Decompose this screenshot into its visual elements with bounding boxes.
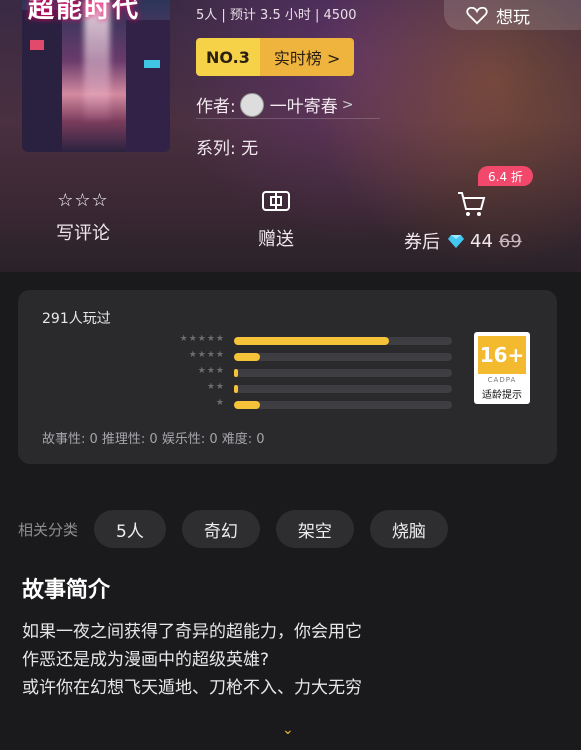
intro-title: 故事简介 [22, 578, 111, 603]
divider [196, 118, 380, 119]
wish-label: 想玩 [496, 7, 530, 28]
author-row[interactable]: 作者: 一叶寄春 > [196, 92, 353, 117]
cover-title: 超能时代 [28, 0, 141, 24]
game-cover-image[interactable]: 超能时代 [22, 0, 170, 152]
age-rating-number: 16+ [478, 336, 526, 374]
rating-bar-track [234, 385, 452, 393]
rating-stars-label: ★ [215, 398, 225, 408]
chevron-right-icon: > [341, 96, 354, 113]
rating-card: 291人玩过 ★★★★★ ★★★★ ★★★ ★★ ★ 16+ CADPA 适龄提示 故事… [18, 290, 557, 464]
rating-stars-label: ★★★★ [188, 350, 225, 360]
gift-icon [262, 191, 290, 211]
rank-badge[interactable]: NO.3 实时榜 > [196, 38, 355, 76]
age-rating-badge[interactable]: 16+ CADPA 适龄提示 [474, 332, 530, 404]
rating-bar-fill [234, 337, 389, 345]
game-meta: 5人 | 预计 3.5 小时 | 4500 [196, 8, 357, 23]
intro-line: 作恶还是成为漫画中的超级英雄? [22, 650, 270, 670]
expand-chevron-icon[interactable]: ⌄ [282, 722, 294, 738]
age-rating-tip: 适龄提示 [482, 390, 522, 401]
price-prefix: 券后 [404, 232, 440, 253]
heart-icon [466, 6, 488, 25]
cover-building-right [126, 20, 170, 152]
cover-neon-sign-2 [144, 60, 160, 68]
category-row: 相关分类 5人 奇幻 架空 烧脑 [18, 510, 464, 548]
rank-board-link[interactable]: 实时榜 > [259, 38, 355, 76]
rating-stars-label: ★★★ [197, 366, 225, 376]
played-count: 291人玩过 [42, 311, 111, 327]
rating-stars-label: ★★★★★ [179, 334, 225, 344]
review-label: 写评论 [56, 223, 110, 244]
age-rating-org: CADPA [487, 376, 517, 384]
author-avatar [239, 92, 264, 117]
intro-line: 如果一夜之间获得了奇异的超能力，你会用它 [22, 622, 362, 642]
gift-label: 赠送 [258, 229, 294, 250]
cover-neon-sign [30, 40, 44, 50]
buy-price[interactable]: 券后 44 69 [404, 228, 522, 254]
rating-bar-fill [234, 401, 261, 409]
rating-bar-track [234, 401, 452, 409]
category-label: 相关分类 [18, 520, 79, 539]
rating-bar-track [234, 337, 452, 345]
rank-number: NO.3 [196, 38, 260, 76]
author-name[interactable]: 一叶寄春 [270, 92, 338, 117]
hero-header: 超能时代 5人 | 预计 3.5 小时 | 4500 想玩 NO.3 实时榜 >… [0, 0, 581, 272]
rating-bar-fill [234, 353, 261, 361]
rating-stars-label: ★★ [206, 382, 225, 392]
category-chip[interactable]: 5人 [94, 510, 166, 548]
diamond-icon [448, 235, 464, 248]
rating-bar-track [234, 369, 452, 377]
review-stars-icon: ☆☆☆ [57, 190, 109, 211]
gift-button[interactable]: 赠送 [258, 190, 294, 251]
write-review-button[interactable]: ☆☆☆ 写评论 [56, 190, 110, 245]
text-fade-overlay [380, 612, 581, 712]
wish-button[interactable]: 想玩 [444, 0, 581, 30]
category-chip[interactable]: 烧脑 [369, 510, 448, 548]
intro-text: 如果一夜之间获得了奇异的超能力，你会用它 作恶还是成为漫画中的超级英雄? 或许你… [22, 618, 442, 702]
category-chip[interactable]: 架空 [275, 510, 354, 548]
price-now: 44 [470, 230, 493, 252]
rating-bar-fill [234, 369, 239, 377]
series-text: 系列: 无 [196, 139, 259, 159]
rating-bar-fill [234, 385, 239, 393]
category-chip[interactable]: 奇幻 [181, 510, 260, 548]
cart-icon[interactable] [456, 190, 486, 218]
cover-building-left [22, 10, 62, 152]
score-breakdown: 故事性: 0 推理性: 0 娱乐性: 0 难度: 0 [42, 432, 265, 447]
rating-bar-track [234, 353, 452, 361]
intro-line: 或许你在幻想飞天遁地、刀枪不入、力大无穷 [22, 678, 362, 698]
author-prefix: 作者: [196, 97, 236, 117]
discount-badge: 6.4 折 [478, 166, 533, 186]
price-original: 69 [498, 230, 522, 252]
